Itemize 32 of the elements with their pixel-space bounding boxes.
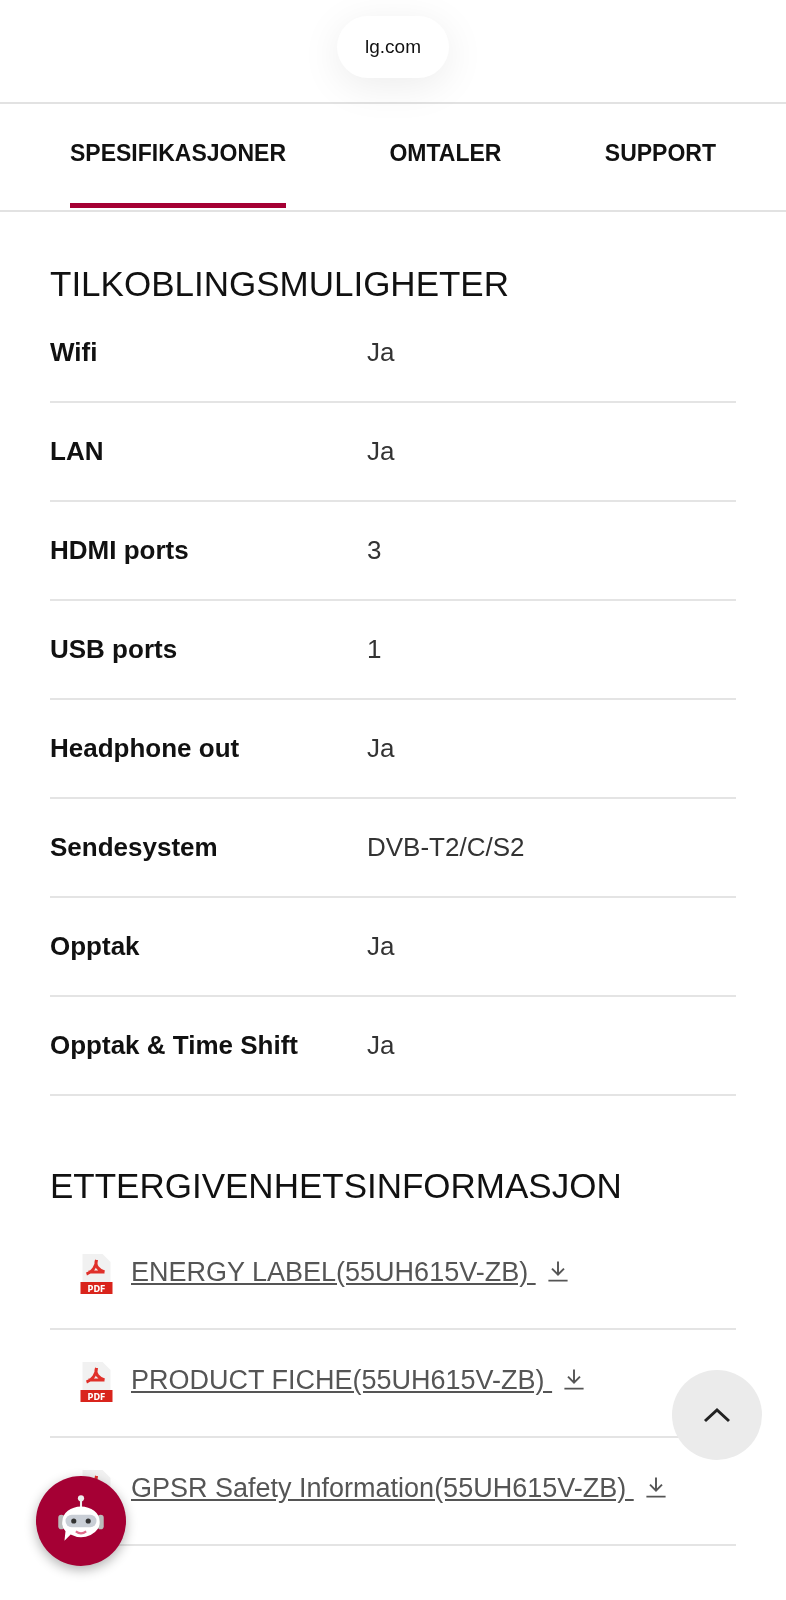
section-title: TILKOBLINGSMULIGHETER [50,264,510,304]
spec-label: HDMI ports [50,535,190,566]
tab[interactable]: OMTALER [389,104,502,208]
document-link[interactable]: ENERGY LABEL(55UH615V-ZB) [131,1252,570,1292]
spec-label: LAN [50,436,105,467]
spec-label: Opptak [50,931,141,962]
document-link[interactable]: GPSR Safety Information(55UH615V-ZB) [131,1468,668,1508]
pdf-icon: PDF [80,1254,113,1294]
address-bar[interactable]: lg.com [337,16,449,78]
spec-label: Headphone out [50,733,241,764]
download-icon[interactable] [643,1475,668,1499]
section-title: ETTERGIVENHETSINFORMASJON [50,1166,623,1206]
spec-label: USB ports [50,634,179,665]
spec-value: Ja [367,931,395,962]
spec-value: Ja [367,1030,395,1061]
spec-value: Ja [367,436,395,467]
tab[interactable]: SUPPORT [604,104,716,208]
download-icon[interactable] [562,1367,587,1391]
spec-value: 1 [367,634,382,665]
pdf-icon: PDF [80,1362,113,1402]
download-icon[interactable] [545,1259,570,1283]
chevron-up-icon [702,1405,732,1425]
spec-label: Opptak & Time Shift [50,1030,299,1061]
spec-value: Ja [367,337,395,368]
spec-label: Wifi [50,337,99,368]
document-link[interactable]: PRODUCT FICHE(55UH615V-ZB) [131,1360,587,1400]
spec-value: 3 [367,535,382,566]
chatbot-button[interactable] [36,1476,126,1566]
spec-value: Ja [367,733,395,764]
spec-value: DVB-T2/C/S2 [367,832,525,863]
tab[interactable]: SPESIFIKASJONER [70,104,286,208]
spec-label: Sendesystem [50,832,219,863]
